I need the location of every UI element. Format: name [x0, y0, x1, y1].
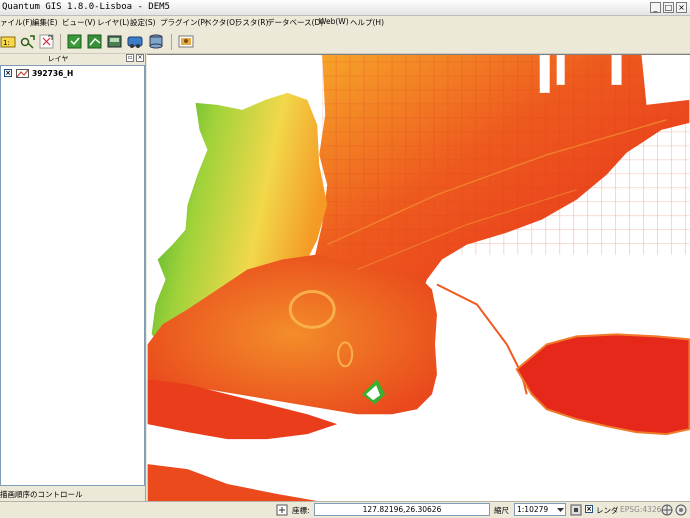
menu-web[interactable]: Web(W) [319, 17, 349, 26]
menu-vector[interactable]: ベクタ(O) [204, 17, 238, 28]
map-gap [611, 55, 622, 85]
layers-panel: レイヤ ▫ × × 392736_H 描画順序のコントロール [0, 54, 146, 501]
toggle-extents-icon[interactable] [276, 504, 288, 516]
toolbar-separator [60, 34, 61, 50]
menu-bar: ァイル(F) 編集(E) ビュー(V) レイヤ(L) 設定(S) プラグイン(P… [0, 16, 690, 30]
menu-file[interactable]: ァイル(F) [0, 17, 33, 28]
add-postgis-layer-icon[interactable] [147, 33, 165, 50]
menu-raster[interactable]: ラスタ(R) [235, 17, 268, 28]
render-checkbox[interactable]: × [585, 505, 593, 513]
layer-tree[interactable]: × 392736_H [0, 65, 145, 486]
map-gap [641, 55, 690, 105]
menu-database[interactable]: データベース(D) [267, 17, 323, 28]
menu-view[interactable]: ビュー(V) [62, 17, 95, 28]
scale-label: 縮尺 [494, 506, 509, 515]
scale-value: 1:10279 [517, 505, 549, 514]
close-button[interactable]: × [676, 2, 687, 13]
add-vector-layer-icon[interactable] [66, 33, 84, 50]
stop-render-icon[interactable] [570, 504, 582, 516]
maximize-button[interactable]: □ [663, 2, 674, 13]
svg-text:1:: 1: [3, 39, 10, 47]
add-wms-layer-icon[interactable] [106, 33, 124, 50]
coordinate-field[interactable]: 127.82196,26.30626 [314, 503, 490, 516]
messages-icon[interactable] [675, 504, 687, 516]
map-canvas[interactable] [147, 54, 690, 501]
window-title: Quantum GIS 1.8.0-Lisboa - DEM5 [2, 2, 170, 12]
menu-edit[interactable]: 編集(E) [32, 17, 58, 28]
panel-close-icon[interactable]: × [136, 54, 144, 62]
raster-layer-icon [16, 69, 29, 78]
pan-to-selection-icon[interactable] [19, 33, 37, 50]
crs-globe-icon[interactable] [661, 504, 673, 516]
menu-plugins[interactable]: プラグイン(P) [160, 17, 208, 28]
terrain-east-island [515, 333, 690, 436]
chevron-down-icon[interactable] [556, 505, 565, 515]
layers-panel-title: レイヤ [47, 55, 69, 63]
add-raster-layer-icon[interactable] [86, 33, 104, 50]
status-bar: 座標: 127.82196,26.30626 縮尺 1:10279 × レンダ … [0, 501, 690, 518]
toolbar-separator [171, 34, 172, 50]
layers-panel-header: レイヤ ▫ × [0, 54, 146, 64]
map-gap [539, 55, 550, 93]
layer-name: 392736_H [32, 69, 74, 78]
render-label: レンダ [596, 506, 619, 515]
coordinate-label: 座標: [292, 506, 310, 515]
menu-settings[interactable]: 設定(S) [130, 17, 156, 28]
select-feature-icon[interactable] [38, 33, 56, 50]
menu-help[interactable]: ヘルプ(H) [350, 17, 384, 28]
terrain-pier [436, 283, 528, 395]
menu-layer[interactable]: レイヤ(L) [97, 17, 129, 28]
toolbar: 1: [0, 30, 690, 54]
layer-item[interactable]: × 392736_H [3, 68, 143, 80]
panel-float-icon[interactable]: ▫ [126, 54, 134, 62]
title-bar: Quantum GIS 1.8.0-Lisboa - DEM5 _ □ × [0, 0, 690, 16]
map-gap [556, 55, 565, 85]
minimize-button[interactable]: _ [650, 2, 661, 13]
layer-visibility-checkbox[interactable]: × [4, 69, 12, 77]
terrain-texture [322, 55, 690, 255]
zoom-full-icon[interactable]: 1: [0, 33, 18, 50]
render-order-label[interactable]: 描画順序のコントロール [0, 489, 83, 500]
crs-label[interactable]: EPSG:4326 [620, 505, 661, 514]
terrain-bottom-strip [147, 464, 318, 501]
add-spatialite-layer-icon[interactable] [126, 33, 144, 50]
screenshot-icon[interactable] [177, 33, 195, 50]
